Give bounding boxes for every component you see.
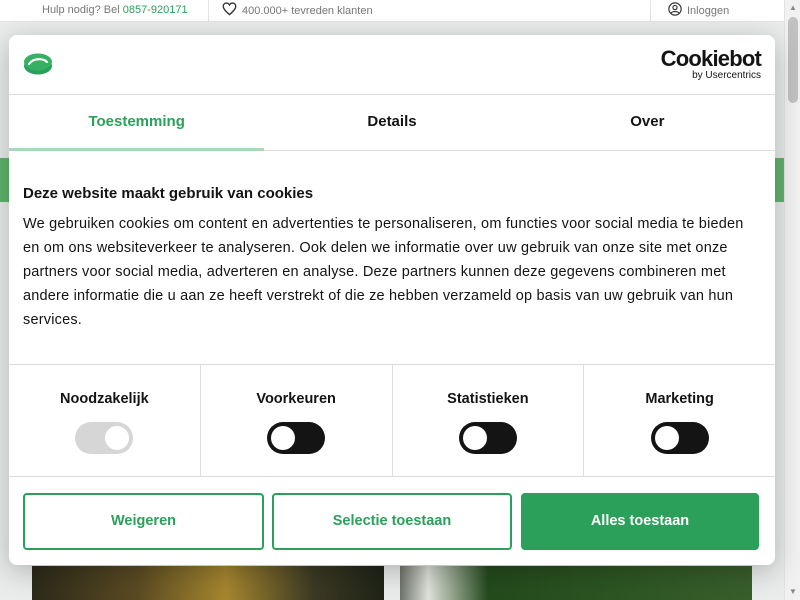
category-label: Noodzakelijk [60,391,149,407]
category-statistieken: Statistieken [393,365,585,476]
category-label: Marketing [645,391,714,407]
user-icon [668,2,682,19]
scroll-thumb[interactable] [788,17,798,103]
scroll-down-arrow-icon[interactable]: ▼ [785,584,800,600]
cookiebot-byline: by Usercentrics [692,70,761,81]
toggle-voorkeuren[interactable] [267,422,326,454]
cookie-consent-dialog: Cookiebot by Usercentrics Toestemming De… [9,35,775,565]
scroll-up-arrow-icon[interactable]: ▲ [785,0,800,16]
consent-content: Deze website maakt gebruik van cookies W… [23,185,763,332]
top-info-bar: Hulp nodig? Bel 0857-920171 400.000+ tev… [0,0,784,22]
cookiebot-logo[interactable]: Cookiebot by Usercentrics [660,46,762,82]
consent-categories: Noodzakelijk Voorkeuren Statistieken Mar… [9,364,775,477]
category-label: Voorkeuren [256,391,336,407]
tab-toestemming[interactable]: Toestemming [9,95,265,151]
help-label: Hulp nodig? Bel [42,4,120,16]
allow-selection-button[interactable]: Selectie toestaan [272,493,512,550]
photo-grass [32,566,384,600]
help-text: Hulp nodig? Bel 0857-920171 [42,4,188,16]
toggle-statistieken[interactable] [458,422,517,454]
category-noodzakelijk: Noodzakelijk [9,365,201,476]
scrollbar[interactable]: ▲ ▼ [784,0,800,600]
consent-heading: Deze website maakt gebruik van cookies [23,185,314,202]
login-label: Inloggen [687,4,730,17]
reviews-info: 400.000+ tevreden klanten [222,2,373,19]
tab-over[interactable]: Over [520,95,775,150]
toggle-knob [462,426,487,450]
category-voorkeuren: Voorkeuren [201,365,393,476]
login-link[interactable]: Inloggen [668,2,729,19]
toggle-knob [654,426,679,450]
cookiebot-wordmark: Cookiebot [660,46,762,71]
toggle-knob [271,426,296,450]
divider [650,0,651,22]
reviews-text: 400.000+ tevreden klanten [242,4,373,17]
brand-logo-icon [23,53,53,80]
consent-actions: Weigeren Selectie toestaan Alles toestaa… [9,477,775,565]
tab-details[interactable]: Details [264,95,519,150]
photo-lawn [400,566,752,600]
page-banner-edge [775,158,784,202]
phone-link[interactable]: 0857-920171 [123,4,188,16]
category-label: Statistieken [447,391,529,407]
dialog-header: Cookiebot by Usercentrics [9,35,775,95]
category-marketing: Marketing [584,365,775,476]
divider [208,0,209,22]
toggle-marketing[interactable] [650,422,709,454]
toggle-knob [105,426,130,450]
allow-all-button[interactable]: Alles toestaan [521,493,759,550]
page-banner-edge [0,158,9,202]
toggle-noodzakelijk[interactable] [75,422,134,454]
heart-icon [222,2,237,19]
deny-button[interactable]: Weigeren [23,493,264,550]
dialog-tabs: Toestemming Details Over [9,95,775,151]
consent-body-text: We gebruiken cookies om content en adver… [23,216,744,328]
